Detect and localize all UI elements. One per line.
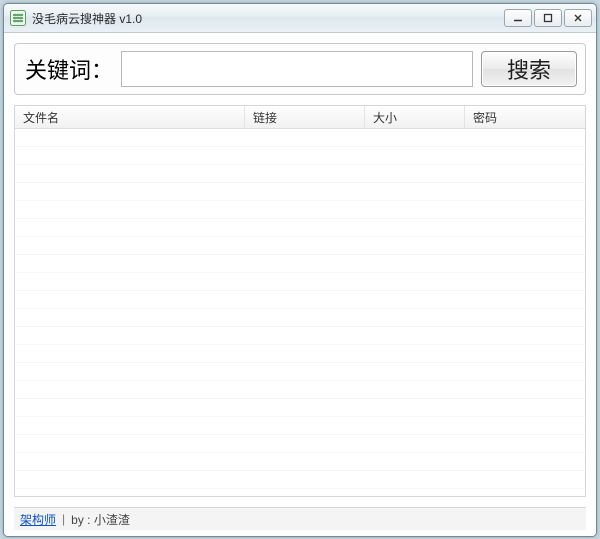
search-panel: 关键词： 搜索 xyxy=(14,43,586,95)
close-button[interactable] xyxy=(564,9,592,27)
app-window: 没毛病云搜神器 v1.0 关键词： 搜索 文件名 链接 大小 密码 xyxy=(3,3,597,537)
client-area: 关键词： 搜索 文件名 链接 大小 密码 架构师 | by : 小渣渣 xyxy=(4,33,596,536)
window-title: 没毛病云搜神器 v1.0 xyxy=(32,10,498,27)
search-button[interactable]: 搜索 xyxy=(481,51,577,87)
keyword-label: 关键词： xyxy=(23,51,113,87)
column-header-link[interactable]: 链接 xyxy=(245,106,365,128)
status-separator: | xyxy=(62,512,65,526)
minimize-button[interactable] xyxy=(504,9,532,27)
author-link[interactable]: 架构师 xyxy=(20,511,56,528)
listview-header: 文件名 链接 大小 密码 xyxy=(15,106,585,129)
app-icon xyxy=(10,10,26,26)
status-byline: by : 小渣渣 xyxy=(71,511,130,528)
listview-body[interactable] xyxy=(15,129,585,496)
window-controls xyxy=(504,9,592,27)
column-header-filename[interactable]: 文件名 xyxy=(15,106,245,128)
column-header-size[interactable]: 大小 xyxy=(365,106,465,128)
titlebar[interactable]: 没毛病云搜神器 v1.0 xyxy=(4,4,596,33)
column-header-password[interactable]: 密码 xyxy=(465,106,585,128)
statusbar: 架构师 | by : 小渣渣 xyxy=(14,507,586,530)
maximize-button[interactable] xyxy=(534,9,562,27)
keyword-input[interactable] xyxy=(121,51,473,87)
results-listview[interactable]: 文件名 链接 大小 密码 xyxy=(14,105,586,497)
listview-rows-background xyxy=(15,129,585,496)
